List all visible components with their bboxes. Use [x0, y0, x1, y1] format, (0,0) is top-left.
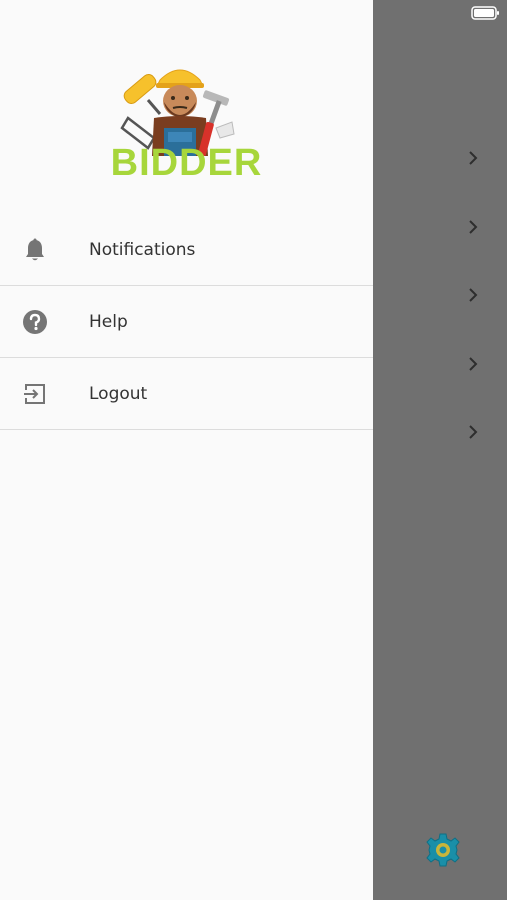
menu-label-help: Help	[89, 311, 128, 332]
drawer-menu: Notifications Help Logout	[0, 214, 373, 430]
chevron-right-icon[interactable]	[466, 424, 480, 440]
battery-icon	[471, 6, 499, 20]
menu-item-logout[interactable]: Logout	[0, 358, 373, 430]
app-screen: BIDDER Notifications Help Logout	[0, 0, 507, 900]
navigation-drawer: BIDDER Notifications Help Logout	[0, 0, 373, 900]
bell-icon	[21, 236, 49, 264]
logout-icon	[21, 380, 49, 408]
menu-item-help[interactable]: Help	[0, 286, 373, 358]
chevron-right-icon[interactable]	[466, 356, 480, 372]
brand-wordmark: BIDDER	[110, 142, 263, 184]
help-circle-icon	[21, 308, 49, 336]
chevron-right-icon[interactable]	[466, 150, 480, 166]
menu-item-notifications[interactable]: Notifications	[0, 214, 373, 286]
chevron-right-icon[interactable]	[466, 219, 480, 235]
gear-icon[interactable]	[425, 832, 461, 868]
menu-label-logout: Logout	[89, 383, 148, 404]
drawer-scrim[interactable]	[373, 0, 507, 900]
chevron-right-icon[interactable]	[466, 287, 480, 303]
menu-label-notifications: Notifications	[89, 239, 196, 260]
